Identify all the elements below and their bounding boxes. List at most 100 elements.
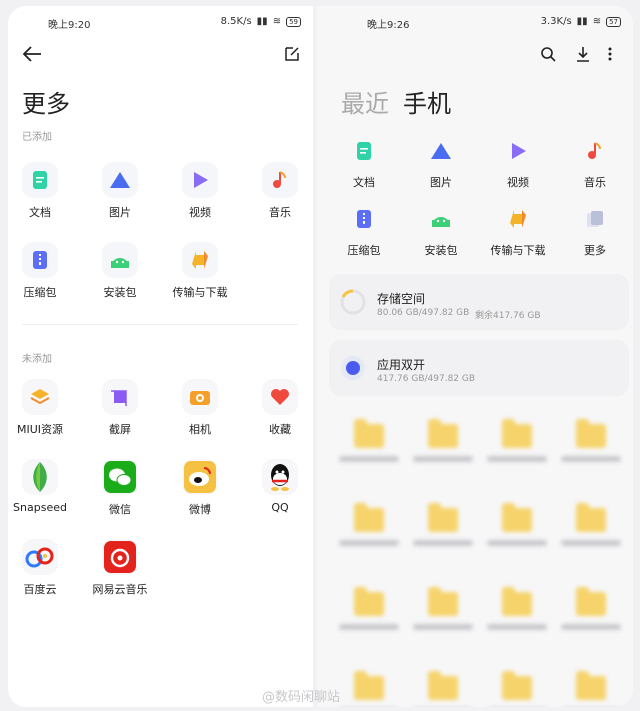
apk-icon xyxy=(424,202,458,236)
grid-item-label: 压缩包 xyxy=(23,286,57,299)
archive-icon xyxy=(347,202,381,236)
netease-music-icon xyxy=(102,539,138,575)
battery-icon: 59 xyxy=(286,16,301,27)
grid-item-video[interactable]: 视频 xyxy=(486,134,550,194)
search-button[interactable] xyxy=(540,46,558,64)
grid-item-archive[interactable]: 压缩包 xyxy=(332,202,396,262)
grid-item-label: 微博 xyxy=(189,503,211,516)
status-bar: 晚上9:20 8.5K/s ▮▮ ≋ 59 xyxy=(8,12,313,31)
grid-item-label: 更多 xyxy=(584,244,606,257)
grid-item-favorite[interactable]: 收藏 xyxy=(248,379,312,451)
grid-item-label: 相机 xyxy=(189,423,211,436)
grid-item-label: Snapseed xyxy=(13,501,67,514)
grid-item-label: 传输与下载 xyxy=(172,286,228,299)
edit-button[interactable] xyxy=(284,46,302,64)
grid-item-label: 视频 xyxy=(507,176,529,189)
grid-item-label: MIUI资源 xyxy=(16,423,64,436)
folder-icon[interactable] xyxy=(354,671,384,700)
grid-item-netease-music[interactable]: 网易云音乐 xyxy=(88,539,152,611)
video-icon xyxy=(182,162,218,198)
qq-icon xyxy=(262,459,298,495)
more-icon xyxy=(578,202,612,236)
grid-item-music[interactable]: 音乐 xyxy=(248,162,312,234)
grid-item-transfer[interactable]: 传输与下载 xyxy=(486,202,550,262)
grid-item-transfer[interactable]: 传输与下载 xyxy=(168,242,232,314)
not-added-section-label: 未添加 xyxy=(22,354,52,365)
folder-name-blurred xyxy=(339,624,399,630)
grid-item-more[interactable]: 更多 xyxy=(563,202,627,262)
more-screen: 晚上9:20 8.5K/s ▮▮ ≋ 59 更多 已添加 文档 图片 视频 音乐 压缩包… xyxy=(8,6,313,707)
folder-icon[interactable] xyxy=(428,503,458,532)
folder-name-blurred xyxy=(413,456,473,462)
grid-item-document[interactable]: 文档 xyxy=(332,134,396,194)
music-icon xyxy=(262,162,298,198)
dual-apps-card[interactable]: 应用双开 417.76 GB/497.82 GB xyxy=(329,340,629,396)
apk-icon xyxy=(102,242,138,278)
grid-item-apk[interactable]: 安装包 xyxy=(88,242,152,314)
more-vertical-icon xyxy=(608,47,612,61)
storage-card[interactable]: 存储空间 80.06 GB/497.82 GB 剩余417.76 GB xyxy=(329,274,629,330)
grid-item-label: 安装包 xyxy=(424,244,458,257)
storage-ring-icon xyxy=(340,289,366,315)
folder-icon[interactable] xyxy=(354,587,384,616)
grid-item-music[interactable]: 音乐 xyxy=(563,134,627,194)
grid-item-label: 安装包 xyxy=(103,286,137,299)
back-button[interactable] xyxy=(22,46,44,64)
folder-icon[interactable] xyxy=(502,671,532,700)
folder-icon[interactable] xyxy=(502,503,532,532)
download-icon xyxy=(577,47,589,62)
grid-item-qq[interactable]: QQ xyxy=(248,459,312,531)
folder-icon[interactable] xyxy=(576,587,606,616)
grid-item-baidu-cloud[interactable]: 百度云 xyxy=(8,539,72,611)
folder-name-blurred xyxy=(561,540,621,546)
overflow-menu-button[interactable] xyxy=(607,46,617,64)
folder-icon[interactable] xyxy=(502,419,532,448)
grid-item-video[interactable]: 视频 xyxy=(168,162,232,234)
snapseed-icon xyxy=(22,459,58,495)
grid-item-miui-resource[interactable]: MIUI资源 xyxy=(8,379,72,451)
grid-item-archive[interactable]: 压缩包 xyxy=(8,242,72,314)
download-button[interactable] xyxy=(575,46,593,64)
grid-item-label: 网易云音乐 xyxy=(92,583,148,596)
folder-icon[interactable] xyxy=(428,587,458,616)
folder-icon[interactable] xyxy=(502,587,532,616)
grid-item-apk[interactable]: 安装包 xyxy=(409,202,473,262)
folder-icon[interactable] xyxy=(354,503,384,532)
folder-icon[interactable] xyxy=(428,419,458,448)
watermark: @数码闲聊站 xyxy=(262,690,341,705)
grid-item-label: QQ xyxy=(271,501,289,514)
signal-icon: ▮▮ xyxy=(256,16,268,27)
grid-item-screenshot[interactable]: 截屏 xyxy=(88,379,152,451)
network-speed: 8.5K/s xyxy=(220,16,252,27)
grid-item-label: 音乐 xyxy=(269,206,291,219)
grid-item-camera[interactable]: 相机 xyxy=(168,379,232,451)
folder-icon[interactable] xyxy=(354,419,384,448)
tab-recent[interactable]: 最近 xyxy=(341,84,389,119)
status-right: 3.3K/s ▮▮ ≋ 57 xyxy=(541,16,621,27)
grid-item-wechat[interactable]: 微信 xyxy=(88,459,152,531)
dual-apps-icon xyxy=(341,356,365,380)
grid-item-label: 截屏 xyxy=(109,423,131,436)
grid-item-weibo[interactable]: 微博 xyxy=(168,459,232,531)
grid-item-label: 图片 xyxy=(430,176,452,189)
folder-icon[interactable] xyxy=(576,503,606,532)
search-icon xyxy=(541,47,556,62)
miui-resource-icon xyxy=(22,379,58,415)
grid-item-snapseed[interactable]: Snapseed xyxy=(8,459,72,531)
network-speed: 3.3K/s xyxy=(540,16,572,27)
folder-icon[interactable] xyxy=(576,419,606,448)
folder-icon[interactable] xyxy=(576,671,606,700)
file-manager-screen: 晚上9:26 3.3K/s ▮▮ ≋ 57 最近 手机 文档 图片 视频 音乐压缩包 安… xyxy=(317,6,633,707)
grid-item-label: 收藏 xyxy=(269,423,291,436)
grid-item-document[interactable]: 文档 xyxy=(8,162,72,234)
baidu-cloud-icon xyxy=(22,539,58,575)
weibo-icon xyxy=(182,459,218,495)
grid-item-label: 微信 xyxy=(109,503,131,516)
grid-item-picture[interactable]: 图片 xyxy=(88,162,152,234)
screenshot-frame: 晚上9:20 8.5K/s ▮▮ ≋ 59 更多 已添加 文档 图片 视频 音乐 压缩包… xyxy=(0,0,640,711)
folder-icon[interactable] xyxy=(428,671,458,700)
status-bar: 晚上9:26 3.3K/s ▮▮ ≋ 57 xyxy=(317,12,633,31)
tab-phone[interactable]: 手机 xyxy=(403,84,451,119)
grid-item-picture[interactable]: 图片 xyxy=(409,134,473,194)
storage-used: 80.06 GB/497.82 GB xyxy=(377,308,470,318)
